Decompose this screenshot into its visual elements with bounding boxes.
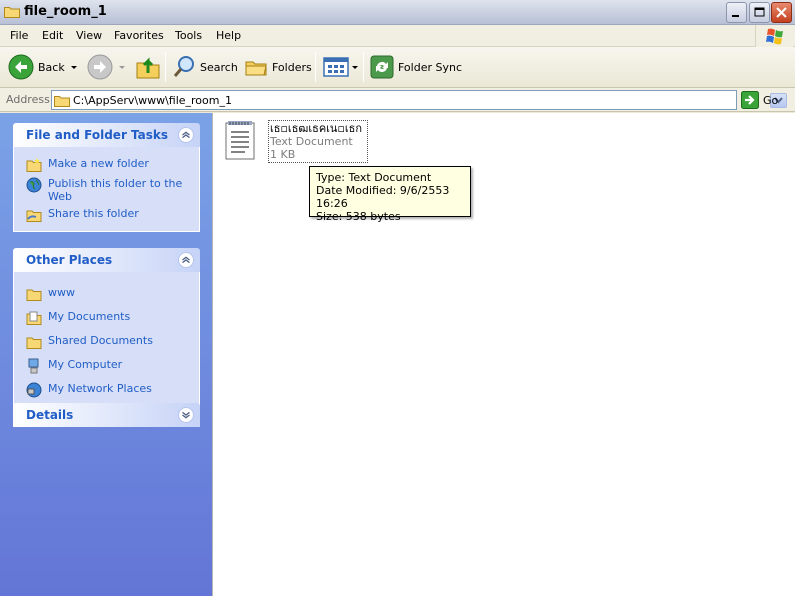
place-my-documents-link[interactable]: My Documents bbox=[14, 306, 199, 330]
my-documents-icon bbox=[26, 311, 42, 325]
address-value: C:\AppServ\www\file_room_1 bbox=[73, 94, 232, 107]
expand-icon[interactable] bbox=[178, 407, 194, 423]
folders-icon bbox=[245, 61, 267, 76]
toolbar-separator bbox=[363, 52, 364, 82]
panel-title: File and Folder Tasks bbox=[26, 128, 169, 142]
panel-title: Other Places bbox=[26, 253, 113, 267]
text-document-icon bbox=[225, 121, 255, 160]
views-icon bbox=[323, 57, 349, 77]
views-button[interactable] bbox=[323, 51, 358, 83]
address-bar: Address C:\AppServ\www\file_room_1 Go bbox=[0, 88, 795, 112]
panel-title: Details bbox=[26, 408, 74, 422]
details-panel: Details bbox=[13, 403, 200, 427]
title-bar: file_room_1 bbox=[0, 0, 795, 25]
globe-icon bbox=[26, 177, 42, 193]
shared-documents-icon bbox=[26, 337, 42, 349]
go-arrow-icon bbox=[741, 91, 759, 109]
windows-logo-icon bbox=[755, 25, 793, 47]
panel-header[interactable]: Details bbox=[13, 403, 200, 427]
file-size: 1 KB bbox=[270, 148, 296, 161]
folder-sync-icon bbox=[370, 55, 394, 79]
search-button[interactable]: Search bbox=[172, 51, 238, 83]
make-new-folder-link[interactable]: Make a new folder bbox=[14, 155, 199, 175]
search-icon bbox=[173, 56, 194, 77]
menu-help[interactable]: Help bbox=[216, 29, 241, 42]
my-computer-icon bbox=[28, 358, 39, 374]
search-label: Search bbox=[200, 60, 238, 74]
go-button[interactable]: Go bbox=[741, 91, 778, 109]
toolbar-separator bbox=[165, 52, 166, 82]
back-label: Back bbox=[38, 60, 65, 74]
collapse-icon[interactable] bbox=[178, 127, 194, 143]
place-www-link[interactable]: www bbox=[14, 282, 199, 306]
other-places-panel: Other Places www My Documents Shared Doc… bbox=[13, 248, 200, 409]
forward-dropdown-icon[interactable] bbox=[119, 65, 125, 69]
folder-icon bbox=[26, 289, 42, 301]
publish-folder-link[interactable]: Publish this folder to the Web bbox=[14, 175, 199, 205]
toolbar-separator bbox=[315, 52, 316, 82]
up-folder-icon bbox=[136, 57, 160, 79]
tooltip-size: Size: 538 bytes bbox=[316, 210, 401, 223]
collapse-icon[interactable] bbox=[178, 252, 194, 268]
window-title: file_room_1 bbox=[24, 4, 107, 19]
folder-icon bbox=[54, 96, 70, 107]
back-dropdown-icon[interactable] bbox=[70, 65, 77, 69]
menu-view[interactable]: View bbox=[76, 29, 102, 42]
menu-file[interactable]: File bbox=[10, 29, 28, 42]
close-button[interactable] bbox=[771, 2, 792, 23]
panel-body: www My Documents Shared Documents My Com… bbox=[13, 272, 200, 409]
folder-sync-label: Folder Sync bbox=[398, 60, 463, 74]
place-my-computer-link[interactable]: My Computer bbox=[14, 354, 199, 378]
new-folder-icon bbox=[26, 158, 42, 172]
menu-favorites[interactable]: Favorites bbox=[114, 29, 164, 42]
menu-bar: File Edit View Favorites Tools Help bbox=[0, 25, 795, 47]
file-type: Text Document bbox=[270, 135, 353, 148]
folder-sync-button[interactable]: Folder Sync bbox=[370, 51, 462, 83]
folders-label: Folders bbox=[272, 60, 312, 74]
back-button[interactable]: Back bbox=[8, 51, 77, 83]
file-list-view[interactable]: เธ▫เธฒเธคเน▫เธก Text Document 1 KB Type:… bbox=[212, 113, 795, 596]
file-folder-tasks-panel: File and Folder Tasks Make a new folder … bbox=[13, 123, 200, 232]
panel-body: Make a new folder Publish this folder to… bbox=[13, 147, 200, 232]
menu-tools[interactable]: Tools bbox=[175, 29, 202, 42]
file-name: เธ▫เธฒเธคเน▫เธก bbox=[270, 122, 363, 135]
place-my-network-places-link[interactable]: My Network Places bbox=[14, 378, 199, 402]
tooltip-type: Type: Text Document bbox=[316, 171, 432, 184]
tooltip-modified: Date Modified: 9/6/2553 16:26 bbox=[316, 184, 450, 210]
file-tooltip: Type: Text Document Date Modified: 9/6/2… bbox=[309, 166, 471, 223]
forward-arrow-icon bbox=[87, 54, 113, 80]
toolbar: Back Search Folders Folder Sync bbox=[0, 47, 795, 88]
share-folder-link[interactable]: Share this folder bbox=[14, 205, 199, 225]
minimize-button[interactable] bbox=[726, 2, 747, 23]
panel-header[interactable]: Other Places bbox=[13, 248, 200, 272]
menu-edit[interactable]: Edit bbox=[42, 29, 63, 42]
back-arrow-icon bbox=[8, 54, 34, 80]
up-folder-button[interactable] bbox=[134, 51, 162, 83]
folders-button[interactable]: Folders bbox=[244, 51, 312, 83]
panel-header[interactable]: File and Folder Tasks bbox=[13, 123, 200, 147]
address-label: Address bbox=[6, 93, 50, 106]
views-dropdown-icon[interactable] bbox=[352, 65, 358, 69]
maximize-button[interactable] bbox=[749, 2, 770, 23]
go-label: Go bbox=[763, 93, 779, 107]
file-label[interactable]: เธ▫เธฒเธคเน▫เธก Text Document 1 KB bbox=[268, 120, 368, 163]
share-folder-icon bbox=[26, 210, 42, 222]
folder-icon bbox=[4, 7, 20, 18]
place-shared-documents-link[interactable]: Shared Documents bbox=[14, 330, 199, 354]
task-pane: File and Folder Tasks Make a new folder … bbox=[0, 113, 212, 596]
network-places-icon bbox=[26, 382, 42, 398]
address-input[interactable]: C:\AppServ\www\file_room_1 bbox=[51, 90, 787, 110]
forward-button[interactable] bbox=[87, 51, 125, 83]
